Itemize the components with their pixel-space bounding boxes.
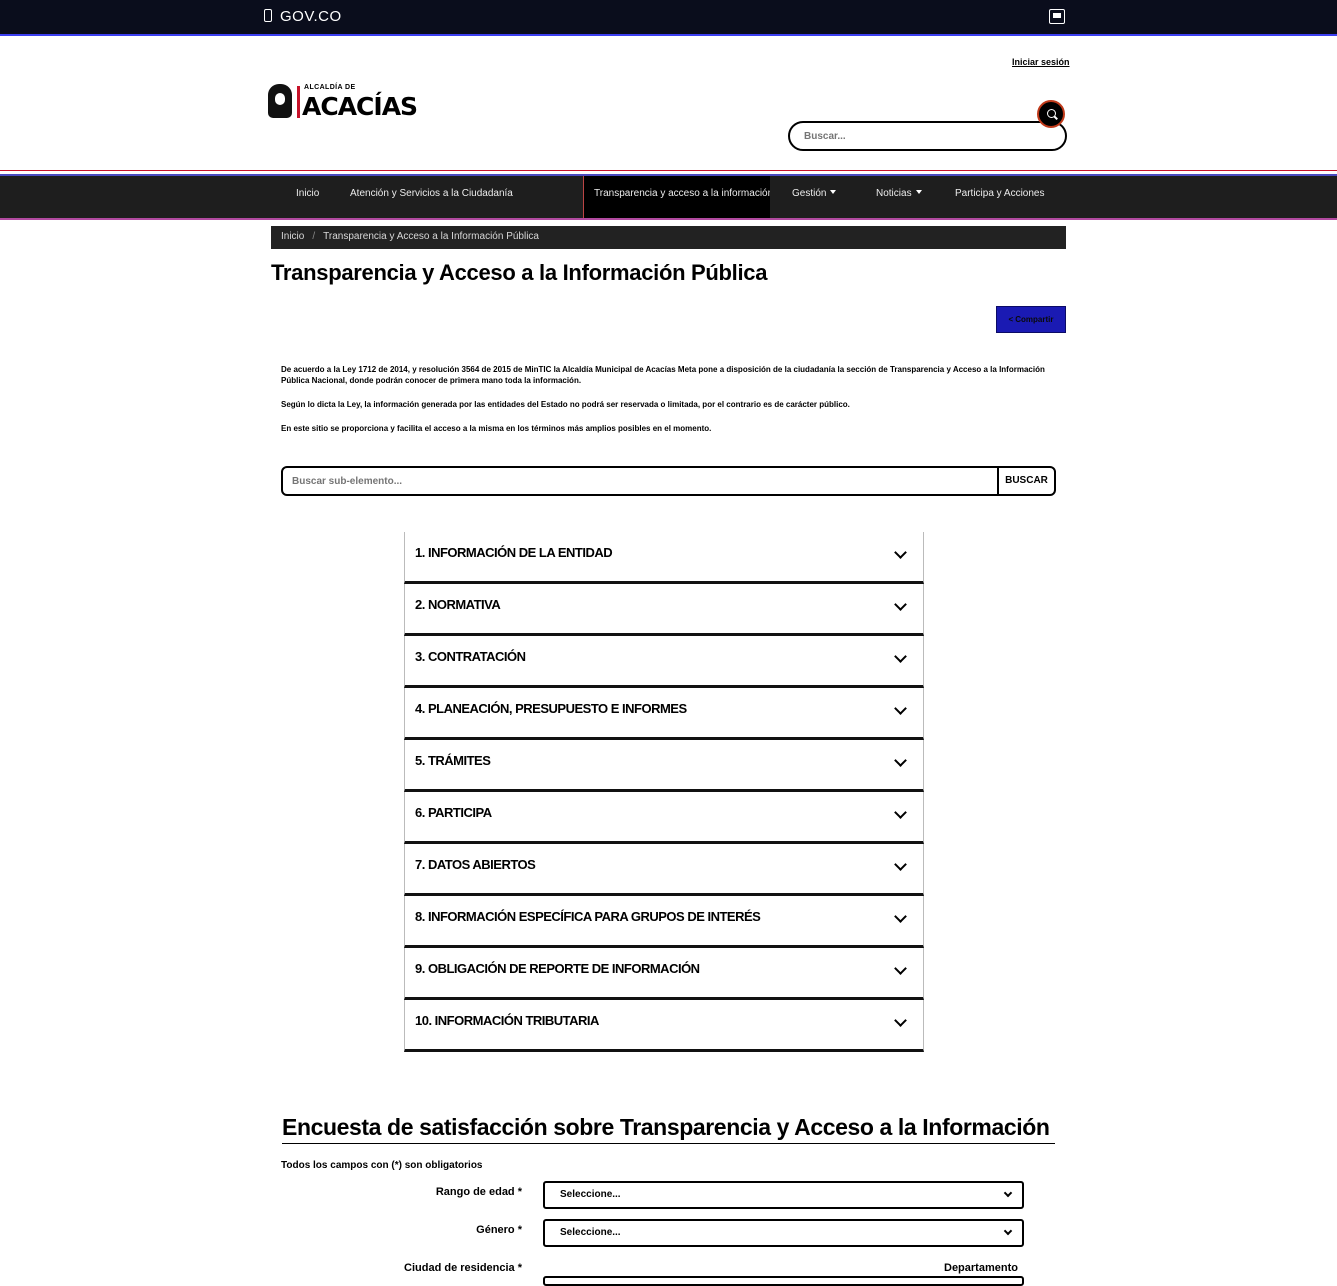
search-icon <box>1047 109 1056 118</box>
intro-paragraph: En este sitio se proporciona y facilita … <box>281 424 712 433</box>
accordion-label: 10. INFORMACIÓN TRIBUTARIA <box>415 1013 599 1028</box>
accordion-item-tributaria[interactable]: 10. INFORMACIÓN TRIBUTARIA <box>404 1000 924 1052</box>
sub-element-search-input[interactable] <box>283 468 998 494</box>
caret-down-icon <box>830 190 837 194</box>
breadcrumb-current: Transparencia y Acceso a la Información … <box>323 231 539 242</box>
gender-value: Seleccione... <box>560 1227 621 1238</box>
accordion-label: 8. INFORMACIÓN ESPECÍFICA PARA GRUPOS DE… <box>415 909 761 924</box>
survey-title: Encuesta de satisfacción sobre Transpare… <box>282 1114 1055 1144</box>
nav-item-inicio[interactable]: Inicio <box>296 176 319 218</box>
accordion-label: 2. NORMATIVA <box>415 597 501 612</box>
accordion-item-tramites[interactable]: 5. TRÁMITES <box>404 740 924 792</box>
chevron-down-icon <box>894 806 907 819</box>
main-nav: Inicio Atención y Servicios a la Ciudada… <box>0 174 1337 220</box>
govco-logo-icon <box>264 9 272 22</box>
accordion-label: 3. CONTRATACIÓN <box>415 649 526 664</box>
chevron-down-icon <box>1003 1226 1013 1236</box>
nav-item-gestion[interactable]: Gestión <box>792 176 837 218</box>
chevron-down-icon <box>894 858 907 871</box>
chevron-down-icon <box>894 546 907 559</box>
city-label: Ciudad de residencia * <box>404 1262 522 1274</box>
intro-paragraph: De acuerdo a la Ley 1712 de 2014, y reso… <box>281 365 1045 385</box>
logo-divider <box>297 86 300 118</box>
chevron-down-icon <box>894 1014 907 1027</box>
age-range-label: Rango de edad * <box>435 1186 522 1198</box>
accordion-item-entidad[interactable]: 1. INFORMACIÓN DE LA ENTIDAD <box>404 532 924 584</box>
share-icon: < <box>1008 315 1014 324</box>
chevron-down-icon <box>894 598 907 611</box>
accordion-label: 9. OBLIGACIÓN DE REPORTE DE INFORMACIÓN <box>415 961 700 976</box>
nav-item-atencion[interactable]: Atención y Servicios a la Ciudadanía <box>350 176 513 218</box>
chevron-down-icon <box>894 702 907 715</box>
accordion-label: 6. PARTICIPA <box>415 805 492 820</box>
age-range-value: Seleccione... <box>560 1189 621 1200</box>
age-range-select[interactable]: Seleccione... <box>543 1181 1024 1209</box>
accordion-item-datos-abiertos[interactable]: 7. DATOS ABIERTOS <box>404 844 924 896</box>
nav-label: Inicio <box>296 188 320 199</box>
nav-item-transparencia[interactable]: Transparencia y acceso a la información <box>583 176 770 218</box>
intro-text: De acuerdo a la Ley 1712 de 2014, y reso… <box>281 364 1056 447</box>
nav-item-noticias[interactable]: Noticias <box>876 176 922 218</box>
search-button[interactable] <box>1037 100 1065 128</box>
gender-label: Género * <box>476 1224 522 1236</box>
header-divider <box>0 170 1337 171</box>
accordion-item-planeacion[interactable]: 4. PLANEACIÓN, PRESUPUESTO E INFORMES <box>404 688 924 740</box>
accordion-label: 5. TRÁMITES <box>415 753 491 768</box>
accordion-label: 1. INFORMACIÓN DE LA ENTIDAD <box>415 545 613 560</box>
department-select[interactable] <box>543 1276 1024 1286</box>
logo-main-text: ACACÍAS <box>302 92 418 121</box>
site-logo[interactable]: ALCALDÍA DE ACACÍAS <box>268 82 418 122</box>
nav-label: Atención y Servicios a la Ciudadanía <box>350 188 513 199</box>
share-button[interactable]: < Compartir <box>996 306 1066 333</box>
login-link[interactable]: Iniciar sesión <box>1012 57 1070 67</box>
accordion-label: 4. PLANEACIÓN, PRESUPUESTO E INFORMES <box>415 701 687 716</box>
nav-label: Transparencia y acceso a la información <box>594 188 770 199</box>
govco-link[interactable]: GOV.CO <box>264 8 342 25</box>
chevron-down-icon <box>894 910 907 923</box>
caret-down-icon <box>915 190 922 194</box>
gov-bar: GOV.CO <box>0 0 1337 36</box>
nav-label: Participa y Acciones <box>955 188 1045 199</box>
nav-label: Noticias <box>876 188 912 199</box>
accordion-label: 7. DATOS ABIERTOS <box>415 857 536 872</box>
accordion-item-participa[interactable]: 6. PARTICIPA <box>404 792 924 844</box>
chevron-down-icon <box>894 650 907 663</box>
site-search-input[interactable] <box>788 121 1067 151</box>
accordion-item-grupos-interes[interactable]: 8. INFORMACIÓN ESPECÍFICA PARA GRUPOS DE… <box>404 896 924 948</box>
breadcrumb: Inicio / Transparencia y Acceso a la Infor… <box>271 226 1066 249</box>
accordion-item-normativa[interactable]: 2. NORMATIVA <box>404 584 924 636</box>
required-note: Todos los campos con (*) son obligatorio… <box>281 1160 483 1171</box>
department-label: Departamento <box>944 1262 1018 1274</box>
transparency-accordion: 1. INFORMACIÓN DE LA ENTIDAD 2. NORMATIV… <box>404 532 924 1052</box>
intro-paragraph: Según lo dicta la Ley, la información ge… <box>281 400 850 409</box>
image-icon[interactable] <box>1049 9 1065 24</box>
nav-label: Gestión <box>792 188 827 199</box>
logo-top-text: ALCALDÍA DE <box>304 84 356 91</box>
sub-element-search: BUSCAR <box>281 466 1056 496</box>
share-label: Compartir <box>1015 315 1054 324</box>
accordion-item-contratacion[interactable]: 3. CONTRATACIÓN <box>404 636 924 688</box>
chevron-down-icon <box>894 962 907 975</box>
breadcrumb-home[interactable]: Inicio <box>281 231 304 242</box>
page-title: Transparencia y Acceso a la Información … <box>271 260 768 285</box>
sub-element-search-button[interactable]: BUSCAR <box>997 468 1054 494</box>
chevron-down-icon <box>1003 1188 1013 1198</box>
gender-select[interactable]: Seleccione... <box>543 1219 1024 1247</box>
govco-label: GOV.CO <box>280 8 342 25</box>
crest-icon <box>268 84 292 118</box>
breadcrumb-separator: / <box>312 231 316 242</box>
nav-item-participa[interactable]: Participa y Acciones <box>955 176 1045 218</box>
chevron-down-icon <box>894 754 907 767</box>
accordion-item-reporte[interactable]: 9. OBLIGACIÓN DE REPORTE DE INFORMACIÓN <box>404 948 924 1000</box>
